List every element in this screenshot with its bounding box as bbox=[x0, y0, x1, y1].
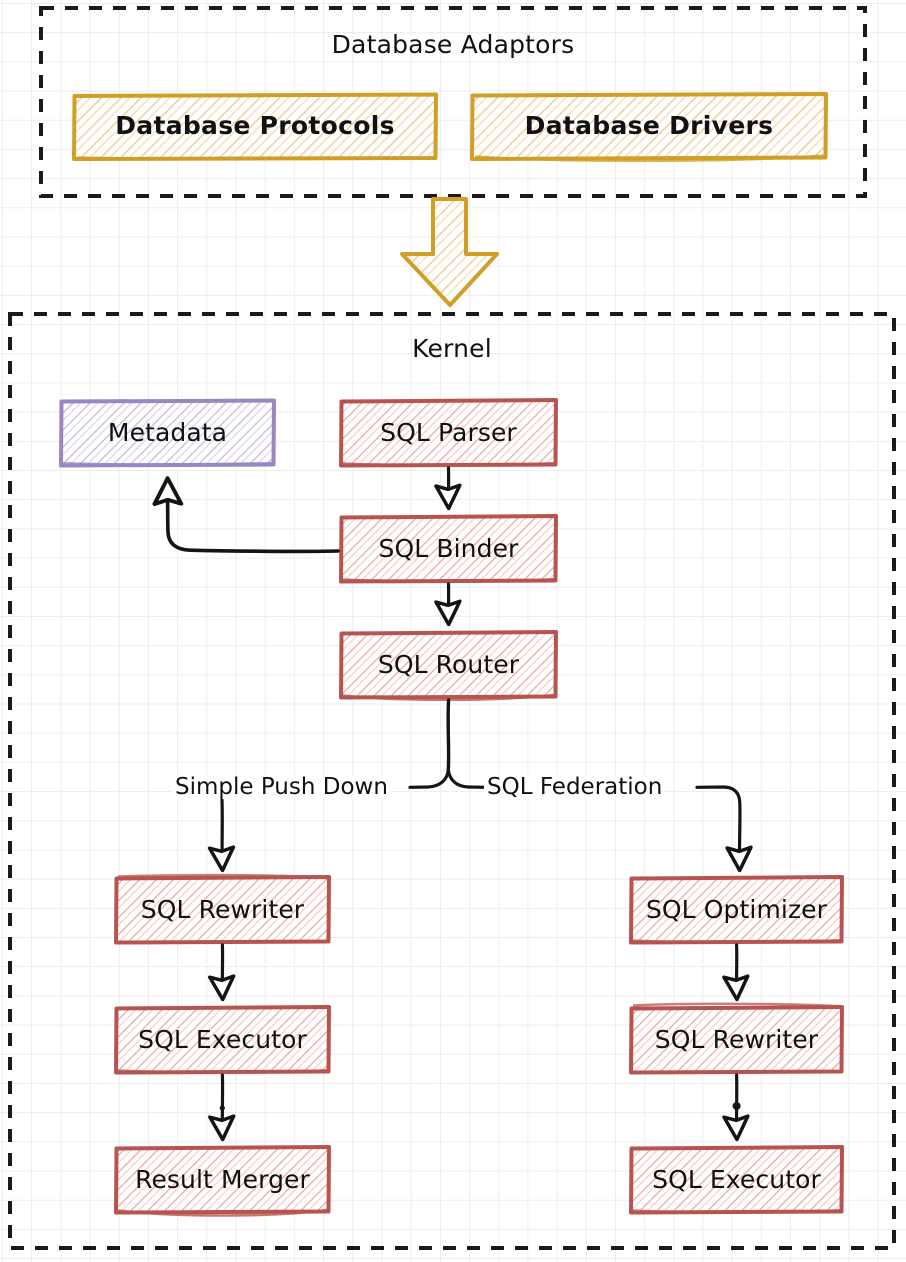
node-label-result-merger: Result Merger bbox=[135, 1165, 310, 1194]
edge-router-stem bbox=[446, 698, 451, 772]
edge-binder-to-metadata bbox=[152, 476, 340, 554]
node-label-sql-executor-left: SQL Executor bbox=[138, 1025, 307, 1054]
ink-blob-left-chain bbox=[219, 1105, 225, 1111]
edge-label-simple-push-down: Simple Push Down bbox=[172, 776, 391, 799]
container-title-database-adaptors: Database Adaptors bbox=[331, 30, 575, 59]
diagram-canvas bbox=[8, 6, 896, 1250]
node-label-sql-parser: SQL Parser bbox=[380, 418, 517, 447]
edge-federation-to-optimizer bbox=[695, 785, 753, 873]
container-title-kernel: Kernel bbox=[412, 334, 492, 363]
node-label-sql-rewriter-right: SQL Rewriter bbox=[654, 1025, 819, 1054]
edge-router-split-right bbox=[446, 768, 488, 789]
node-label-database-protocols: Database Protocols bbox=[115, 111, 395, 140]
node-label-sql-rewriter-left: SQL Rewriter bbox=[140, 895, 305, 924]
block-arrow-adaptors-to-kernel bbox=[400, 197, 499, 307]
node-label-metadata: Metadata bbox=[107, 418, 228, 447]
node-label-sql-executor-right: SQL Executor bbox=[652, 1165, 821, 1194]
node-label-database-drivers: Database Drivers bbox=[524, 111, 774, 140]
node-label-sql-router: SQL Router bbox=[377, 650, 520, 679]
node-label-sql-binder: SQL Binder bbox=[378, 534, 519, 563]
edge-router-split-left bbox=[408, 768, 450, 789]
edge-label-sql-federation: SQL Federation bbox=[484, 776, 666, 799]
node-label-sql-optimizer: SQL Optimizer bbox=[645, 895, 828, 924]
architecture-diagram: Database Adaptors Kernel Database Protoc… bbox=[0, 0, 906, 1262]
ink-blob-right-chain bbox=[732, 1102, 741, 1110]
